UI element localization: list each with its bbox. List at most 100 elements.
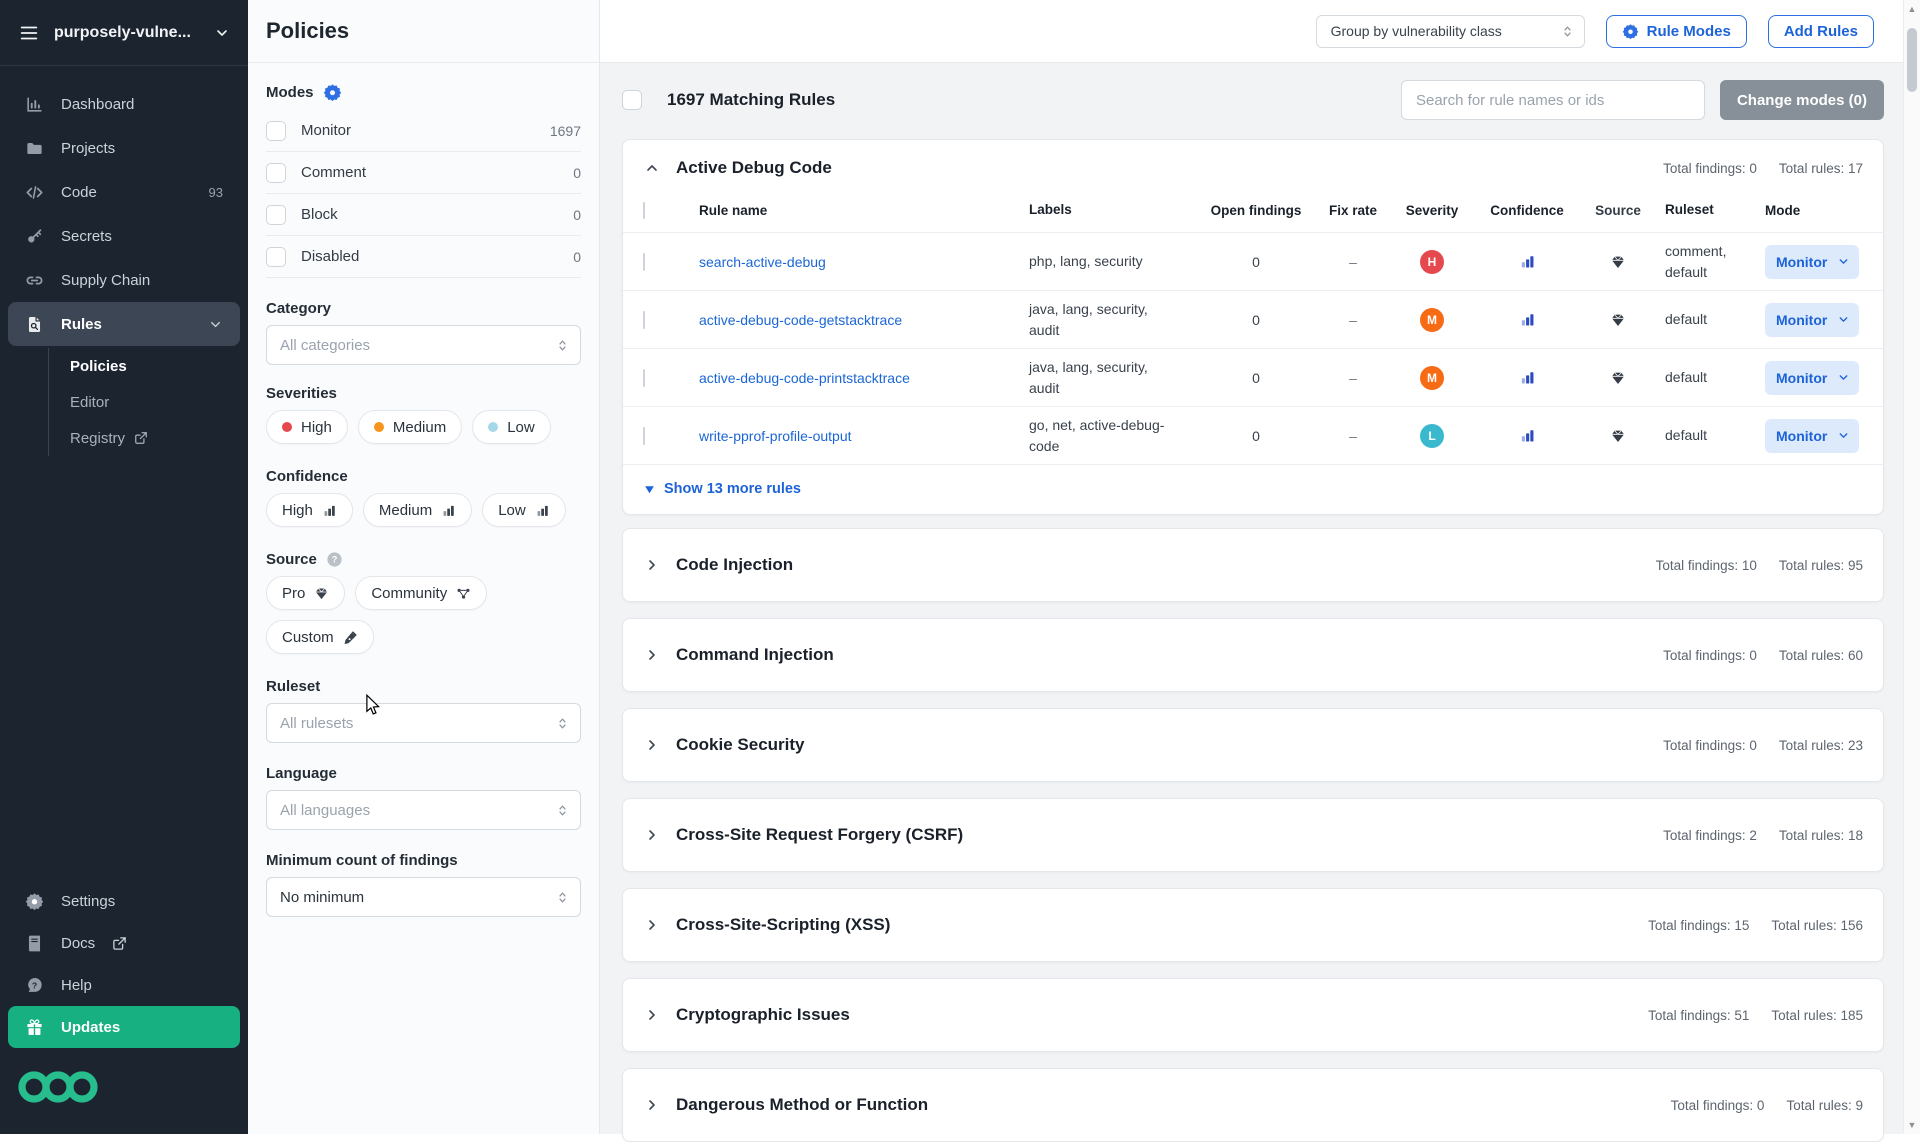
severity-badge: L	[1420, 424, 1444, 448]
expand-chevron-right-icon[interactable]	[643, 647, 661, 663]
severity-badge: M	[1420, 366, 1444, 390]
main-area: Group by vulnerability class Rule Modes …	[600, 0, 1903, 1134]
gem-icon	[314, 586, 329, 601]
mode-dropdown[interactable]: Monitor	[1765, 361, 1859, 395]
add-rules-button[interactable]: Add Rules	[1768, 15, 1874, 48]
group-title: Cross-Site-Scripting (XSS)	[676, 915, 890, 935]
sidebar-item-help[interactable]: Help	[8, 964, 240, 1006]
group-header[interactable]: Cross-Site-Scripting (XSS) Total finding…	[623, 889, 1883, 961]
min-findings-select[interactable]: No minimum	[266, 877, 581, 917]
category-filter-label: Category	[266, 300, 581, 317]
fix-rate-value: –	[1315, 312, 1391, 328]
block-checkbox[interactable]	[266, 205, 286, 225]
rule-modes-button[interactable]: Rule Modes	[1606, 15, 1747, 48]
row-checkbox[interactable]	[643, 253, 645, 271]
question-help-icon[interactable]	[326, 551, 343, 568]
confidence-chips: High Medium Low	[266, 493, 581, 537]
row-checkbox[interactable]	[643, 369, 645, 387]
rule-name-link[interactable]: active-debug-code-printstacktrace	[699, 370, 910, 386]
confidence-chip-low[interactable]: Low	[482, 493, 566, 527]
row-checkbox[interactable]	[643, 427, 645, 445]
severity-chip-low[interactable]: Low	[472, 410, 551, 444]
group-header[interactable]: Dangerous Method or Function Total findi…	[623, 1069, 1883, 1141]
vertical-scrollbar[interactable]: ▲ ▼	[1903, 0, 1920, 1134]
group-header[interactable]: Cross-Site Request Forgery (CSRF) Total …	[623, 799, 1883, 871]
sidebar-item-settings[interactable]: Settings	[8, 880, 240, 922]
row-checkbox[interactable]	[643, 311, 645, 329]
sidebar-item-rules[interactable]: Rules	[8, 302, 240, 346]
confidence-chip-high[interactable]: High	[266, 493, 353, 527]
disabled-checkbox[interactable]	[266, 247, 286, 267]
sidebar-item-docs[interactable]: Docs	[8, 922, 240, 964]
group-totals: Total findings: 15 Total rules: 156	[1648, 918, 1863, 933]
modes-settings-gear-icon[interactable]	[323, 83, 342, 102]
rule-name-link[interactable]: write-pprof-profile-output	[699, 428, 852, 444]
sidebar-item-label: Secrets	[61, 228, 112, 245]
severity-chip-high[interactable]: High	[266, 410, 348, 444]
sidebar-item-editor[interactable]: Editor	[49, 384, 232, 420]
sidebar-item-supply-chain[interactable]: Supply Chain	[8, 258, 240, 302]
menu-icon[interactable]	[18, 22, 40, 44]
search-input[interactable]	[1401, 80, 1705, 120]
code-icon	[25, 183, 44, 202]
mode-dropdown[interactable]: Monitor	[1765, 303, 1859, 337]
chevron-down-icon	[1837, 313, 1850, 326]
sidebar-item-code[interactable]: Code 93	[8, 170, 240, 214]
total-rules: Total rules: 156	[1771, 918, 1863, 933]
expand-chevron-right-icon[interactable]	[643, 827, 661, 843]
category-select[interactable]: All categories	[266, 325, 581, 365]
comment-checkbox[interactable]	[266, 163, 286, 183]
sidebar-item-projects[interactable]: Projects	[8, 126, 240, 170]
change-modes-button[interactable]: Change modes (0)	[1720, 80, 1884, 120]
scroll-up-arrow[interactable]: ▲	[1904, 4, 1920, 14]
expand-chevron-right-icon[interactable]	[643, 1097, 661, 1113]
group-header[interactable]: Code Injection Total findings: 10 Total …	[623, 529, 1883, 601]
group-by-select[interactable]: Group by vulnerability class	[1316, 15, 1585, 48]
modes-label-text: Modes	[266, 84, 314, 101]
rule-name-link[interactable]: active-debug-code-getstacktrace	[699, 312, 902, 328]
expand-chevron-right-icon[interactable]	[643, 1007, 661, 1023]
confidence-chip-medium[interactable]: Medium	[363, 493, 472, 527]
expand-chevron-right-icon[interactable]	[643, 917, 661, 933]
mode-count: 1697	[550, 123, 581, 139]
mode-dropdown[interactable]: Monitor	[1765, 245, 1859, 279]
scrollbar-thumb[interactable]	[1907, 28, 1917, 92]
show-more-rules-link[interactable]: Show 13 more rules	[623, 464, 1883, 514]
group-header[interactable]: Active Debug Code Total findings: 0 Tota…	[623, 140, 1883, 196]
group-title: Cross-Site Request Forgery (CSRF)	[676, 825, 963, 845]
sidebar-item-updates[interactable]: Updates	[8, 1006, 240, 1048]
sidebar-item-label: Projects	[61, 140, 115, 157]
group-header[interactable]: Cookie Security Total findings: 0 Total …	[623, 709, 1883, 781]
group-header[interactable]: Command Injection Total findings: 0 Tota…	[623, 619, 1883, 691]
open-findings-value: 0	[1197, 312, 1315, 328]
total-rules: Total rules: 185	[1771, 1008, 1863, 1023]
source-label-text: Source	[266, 551, 317, 568]
scroll-down-arrow[interactable]: ▼	[1904, 1120, 1920, 1130]
select-all-checkbox[interactable]	[622, 90, 642, 110]
source-chip-custom[interactable]: Custom	[266, 620, 374, 654]
monitor-checkbox[interactable]	[266, 121, 286, 141]
expand-chevron-right-icon[interactable]	[643, 557, 661, 573]
expand-chevron-right-icon[interactable]	[643, 737, 661, 753]
language-select-value: All languages	[280, 802, 370, 819]
sidebar-item-secrets[interactable]: Secrets	[8, 214, 240, 258]
severity-chip-medium[interactable]: Medium	[358, 410, 462, 444]
group-header[interactable]: Cryptographic Issues Total findings: 51 …	[623, 979, 1883, 1051]
rule-name-link[interactable]: search-active-debug	[699, 254, 826, 270]
total-findings: Total findings: 0	[1663, 648, 1757, 663]
org-switcher[interactable]: purposely-vulne...	[0, 0, 248, 66]
sidebar-item-policies[interactable]: Policies	[49, 348, 232, 384]
mode-dropdown[interactable]: Monitor	[1765, 419, 1859, 453]
ruleset-select[interactable]: All rulesets	[266, 703, 581, 743]
collapse-chevron-up-icon[interactable]	[643, 160, 661, 176]
language-select[interactable]: All languages	[266, 790, 581, 830]
select-group-checkbox[interactable]	[643, 202, 645, 219]
group-card-dangerous-method: Dangerous Method or Function Total findi…	[622, 1068, 1884, 1142]
pen-icon	[343, 630, 358, 645]
source-chip-pro[interactable]: Pro	[266, 576, 345, 610]
sidebar-item-dashboard[interactable]: Dashboard	[8, 82, 240, 126]
sidebar-item-registry[interactable]: Registry	[49, 420, 232, 456]
source-chip-community[interactable]: Community	[355, 576, 487, 610]
confidence-bars-icon	[1473, 311, 1581, 328]
mode-row-monitor: Monitor 1697	[266, 110, 581, 152]
